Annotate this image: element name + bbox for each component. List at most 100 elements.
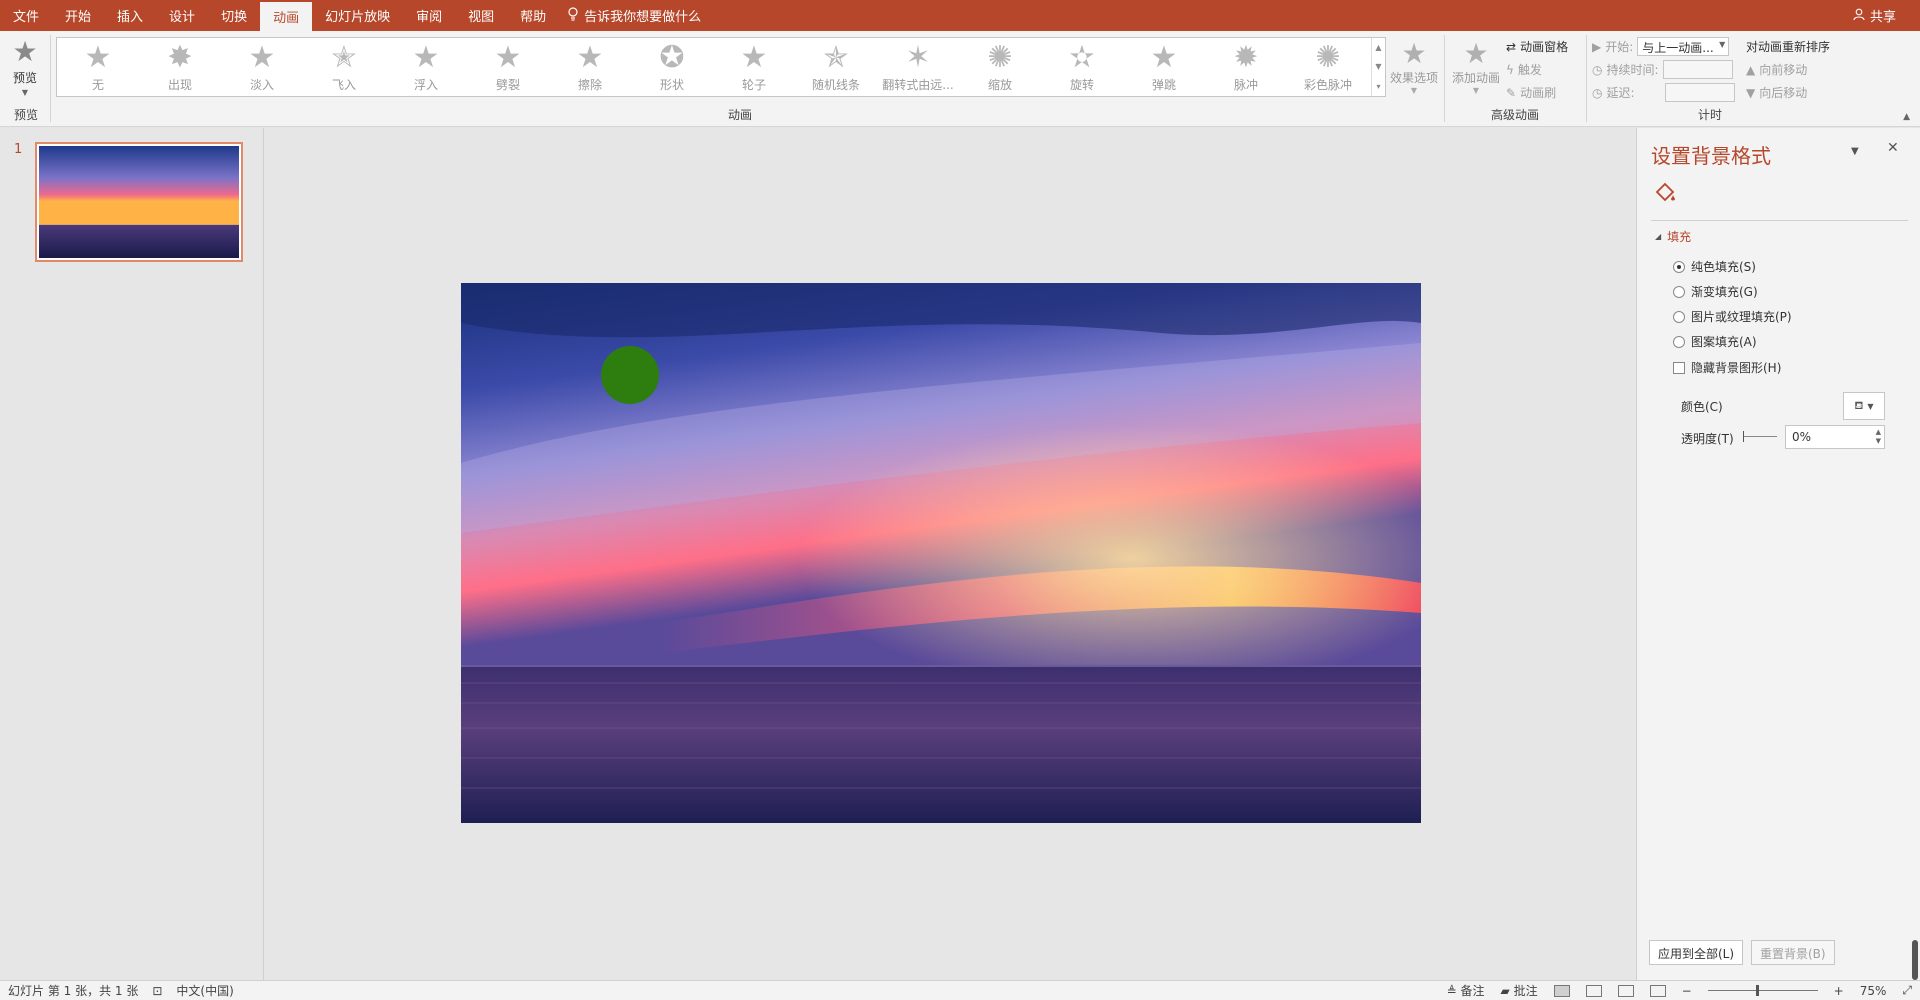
clock-icon: ◷	[1592, 85, 1603, 100]
menu-view[interactable]: 视图	[455, 0, 507, 31]
fill-tab[interactable]	[1651, 178, 1679, 206]
animation-bounce[interactable]: ★ 弹跳	[1123, 38, 1205, 96]
lightbulb-icon	[567, 6, 579, 25]
menu-review[interactable]: 审阅	[403, 0, 455, 31]
triangle-down-icon: ▼	[1746, 85, 1756, 100]
pattern-fill-option[interactable]: 图案填充(A)	[1673, 333, 1757, 350]
reset-background-button[interactable]: 重置背景(B)	[1751, 940, 1835, 965]
animation-color-pulse[interactable]: ✺ 彩色脉冲	[1287, 38, 1369, 96]
radio[interactable]	[1673, 335, 1685, 348]
menu-insert[interactable]: 插入	[104, 0, 156, 31]
hide-background-graphics-option[interactable]: 隐藏背景图形(H)	[1673, 359, 1781, 376]
menu-design[interactable]: 设计	[156, 0, 208, 31]
chevron-down-icon: ▼	[1410, 86, 1418, 95]
delay-input[interactable]	[1664, 83, 1735, 102]
menu-slideshow[interactable]: 幻灯片放映	[312, 0, 403, 31]
animation-swivel[interactable]: ✫ 旋转	[1041, 38, 1123, 96]
animation-pane-button[interactable]: ⇄ 动画窗格	[1506, 37, 1568, 56]
menu-animations[interactable]: 动画	[260, 2, 313, 31]
animation-grow-turn[interactable]: ✶ 翻转式由远...	[877, 38, 959, 96]
normal-view-icon[interactable]	[1553, 984, 1570, 997]
zoom-level[interactable]: 75%	[1860, 984, 1887, 998]
star-icon: ✭	[331, 39, 357, 75]
animation-fly-in[interactable]: ✭ 飞入	[303, 38, 385, 96]
animation-wipe[interactable]: ★ 擦除	[549, 38, 631, 96]
animation-random-bars[interactable]: ✯ 随机线条	[795, 38, 877, 96]
reading-view-icon[interactable]	[1617, 984, 1634, 997]
collapse-ribbon-icon[interactable]: ▲	[1903, 112, 1910, 122]
animation-pulse[interactable]: ✹ 脉冲	[1205, 38, 1287, 96]
move-later-button[interactable]: ▼ 向后移动	[1746, 83, 1830, 102]
trigger-button[interactable]: ϟ 触发	[1506, 60, 1568, 79]
radio[interactable]	[1673, 285, 1685, 298]
start-select[interactable]: 与上一动画... ▼	[1637, 37, 1730, 56]
transparency-input[interactable]: 0% ▲ ▼	[1785, 425, 1885, 449]
star-plus-icon: ★	[1463, 37, 1489, 70]
gradient-fill-option[interactable]: 渐变填充(G)	[1673, 283, 1758, 300]
preview-button[interactable]: ★ 预览 ▼	[6, 37, 44, 99]
animation-float-in[interactable]: ★ 浮入	[385, 38, 467, 96]
chevron-down-icon: ▼	[1867, 401, 1874, 411]
more-icon[interactable]: ▾	[1376, 82, 1380, 91]
star-icon: ★	[1150, 39, 1178, 75]
zoom-in-button[interactable]: +	[1834, 984, 1844, 998]
animation-none[interactable]: ★ 无	[57, 38, 139, 96]
slide[interactable]	[461, 283, 1421, 823]
spinner-icon[interactable]: ▲ ▼	[1876, 428, 1881, 446]
green-circle-shape[interactable]	[601, 346, 659, 404]
menu-home[interactable]: 开始	[52, 0, 104, 31]
ribbon-separator	[1586, 35, 1587, 122]
color-picker-button[interactable]: ⛾ ▼	[1843, 392, 1885, 420]
menu-transitions[interactable]: 切换	[208, 0, 260, 31]
star-icon: ✫	[1069, 39, 1095, 75]
chevron-up-icon[interactable]: ▲	[1375, 43, 1381, 52]
zoom-out-button[interactable]: −	[1682, 984, 1692, 998]
radio[interactable]	[1673, 310, 1685, 323]
fill-section-header[interactable]: ◢ 填充	[1655, 228, 1691, 245]
tell-me-search[interactable]: 告诉我你想要做什么	[559, 0, 701, 31]
chevron-down-icon[interactable]: ▼	[1375, 62, 1381, 71]
slideshow-icon[interactable]	[1649, 984, 1666, 997]
menu-help[interactable]: 帮助	[507, 0, 559, 31]
notes-button[interactable]: ≜ 备注	[1447, 982, 1485, 999]
language-indicator[interactable]: 中文(中国)	[176, 982, 233, 999]
animation-painter-button[interactable]: ✎ 动画刷	[1506, 83, 1568, 102]
close-icon[interactable]: ✕	[1887, 140, 1899, 156]
add-animation-button[interactable]: ★ 添加动画 ▼	[1448, 37, 1504, 96]
status-bar: 幻灯片 第 1 张，共 1 张 ⊡ 中文(中国) ≜ 备注 ▰ 批注 − + 7…	[0, 980, 1920, 1000]
reorder-title: 对动画重新排序	[1746, 40, 1831, 54]
move-earlier-button[interactable]: ▲ 向前移动	[1746, 60, 1830, 79]
accessibility-icon[interactable]: ⊡	[152, 984, 162, 998]
animation-appear[interactable]: ✸ 出现	[139, 38, 221, 96]
solid-fill-option[interactable]: 纯色填充(S)	[1673, 258, 1756, 275]
effect-options-button[interactable]: ★ 效果选项 ▼	[1386, 39, 1442, 96]
fit-to-window-icon[interactable]: ⤢	[1902, 983, 1912, 998]
notes-icon: ≜	[1446, 984, 1461, 998]
transparency-slider[interactable]	[1743, 431, 1777, 442]
animation-wheel[interactable]: ★ 轮子	[713, 38, 795, 96]
radio[interactable]	[1673, 260, 1685, 273]
color-label: 颜色(C)	[1681, 400, 1723, 414]
animation-fade[interactable]: ★ 淡入	[221, 38, 303, 96]
gallery-scrollbar[interactable]: ▲ ▼ ▾	[1371, 38, 1385, 96]
ribbon-separator	[1444, 35, 1445, 122]
checkbox[interactable]	[1673, 361, 1685, 374]
zoom-slider[interactable]	[1707, 985, 1818, 996]
duration-input[interactable]	[1662, 60, 1733, 79]
comments-button[interactable]: ▰ 批注	[1501, 982, 1538, 999]
animation-split[interactable]: ★ 劈裂	[467, 38, 549, 96]
apply-to-all-button[interactable]: 应用到全部(L)	[1649, 940, 1744, 965]
star-icon: ★	[248, 39, 276, 75]
duration-row: ◷ 持续时间:	[1592, 60, 1735, 79]
animation-shape[interactable]: ✪ 形状	[631, 38, 713, 96]
pane-options-icon[interactable]: ▼	[1851, 146, 1859, 157]
share-button[interactable]: 共享	[1853, 0, 1896, 31]
animation-zoom[interactable]: ✺ 缩放	[959, 38, 1041, 96]
slide-thumbnail[interactable]	[35, 142, 243, 262]
menu-file[interactable]: 文件	[0, 0, 52, 31]
slide-sorter-icon[interactable]	[1585, 984, 1602, 997]
picture-fill-option[interactable]: 图片或纹理填充(P)	[1673, 308, 1792, 325]
delay-row: ◷ 延迟:	[1592, 83, 1735, 102]
pane-scrollbar[interactable]	[1912, 940, 1918, 980]
advanced-animation-list: ⇄ 动画窗格 ϟ 触发 ✎ 动画刷	[1506, 37, 1568, 102]
